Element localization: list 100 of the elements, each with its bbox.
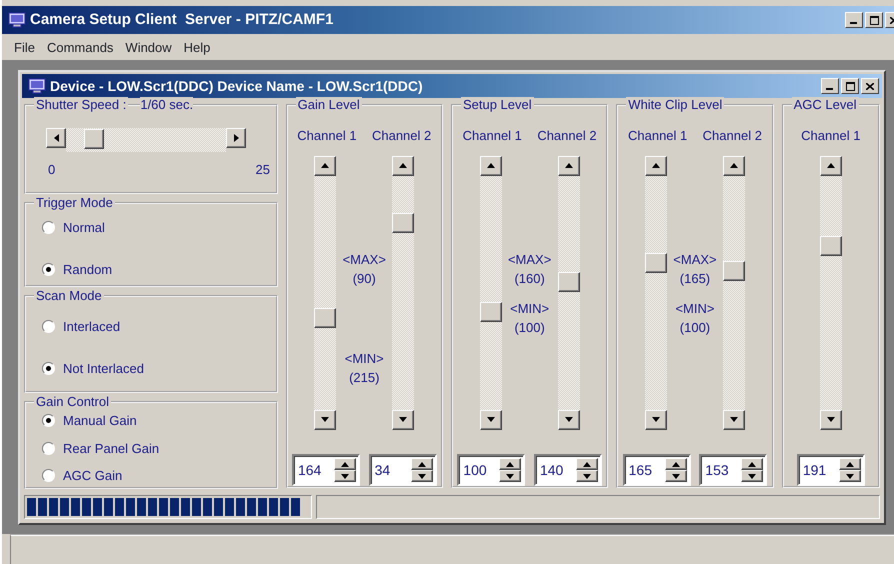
option-label: Not Interlaced bbox=[63, 360, 144, 378]
max-label: <MAX> bbox=[342, 250, 386, 268]
option-label: Manual Gain bbox=[63, 412, 137, 430]
option-label: Rear Panel Gain bbox=[63, 440, 160, 458]
group-title: Shutter Speed : bbox=[34, 97, 128, 113]
radio-button[interactable] bbox=[42, 442, 55, 455]
option-label: Interlaced bbox=[63, 318, 120, 336]
up-arrow-button[interactable] bbox=[314, 156, 336, 176]
left-arrow-button[interactable] bbox=[46, 128, 66, 148]
up-arrow-button[interactable] bbox=[410, 458, 433, 470]
down-arrow-button[interactable] bbox=[722, 410, 745, 430]
down-arrow-button[interactable] bbox=[392, 410, 414, 430]
up-arrow-button[interactable] bbox=[334, 458, 356, 470]
down-arrow-button[interactable] bbox=[499, 470, 522, 482]
scroll-track[interactable] bbox=[66, 128, 226, 152]
scroll-thumb[interactable] bbox=[722, 261, 745, 282]
up-arrow-button[interactable] bbox=[576, 458, 598, 470]
spin-box[interactable]: 140 bbox=[534, 454, 602, 486]
scroll-thumb[interactable] bbox=[392, 212, 414, 233]
triangle-icon bbox=[730, 417, 738, 422]
scroll-thumb[interactable] bbox=[644, 252, 667, 273]
maximize-button[interactable] bbox=[841, 78, 859, 94]
down-arrow-button[interactable] bbox=[410, 470, 433, 482]
triangle-icon bbox=[54, 134, 58, 142]
up-arrow-button[interactable] bbox=[664, 458, 687, 470]
right-arrow-button[interactable] bbox=[226, 128, 246, 148]
down-arrow-button[interactable] bbox=[838, 470, 861, 482]
down-arrow-button[interactable] bbox=[314, 410, 336, 430]
min-label: <MIN> bbox=[510, 300, 550, 318]
down-arrow-button[interactable] bbox=[644, 410, 667, 430]
minimize-button[interactable] bbox=[821, 78, 839, 94]
window-title: Device - LOW.Scr1(DDC) Device Name - LOW.Scr1(DDC) bbox=[50, 76, 423, 96]
radio-button[interactable] bbox=[42, 414, 55, 428]
up-arrow-button[interactable] bbox=[722, 156, 745, 176]
channel-label: Channel 2 bbox=[537, 127, 597, 145]
triangle-icon bbox=[321, 417, 330, 422]
down-arrow-button[interactable] bbox=[820, 410, 842, 430]
maximize-button[interactable] bbox=[865, 12, 883, 28]
spin-box[interactable]: 165 bbox=[622, 454, 691, 486]
triangle-icon bbox=[564, 417, 573, 422]
minimize-button[interactable] bbox=[845, 12, 863, 28]
spin-box[interactable]: 164 bbox=[292, 454, 360, 486]
scale-label: 0 bbox=[48, 161, 56, 179]
scroll-thumb[interactable] bbox=[820, 236, 842, 256]
up-arrow-button[interactable] bbox=[499, 458, 522, 470]
up-arrow-button[interactable] bbox=[741, 458, 764, 470]
triangle-icon bbox=[486, 417, 495, 422]
triangle-icon bbox=[826, 417, 835, 422]
triangle-icon bbox=[826, 163, 835, 168]
radio-button[interactable] bbox=[42, 221, 55, 234]
option-label: Random bbox=[63, 260, 112, 278]
up-arrow-button[interactable] bbox=[644, 156, 667, 176]
max-value: (165) bbox=[680, 270, 710, 288]
max-label: <MAX> bbox=[673, 250, 717, 268]
down-arrow-button[interactable] bbox=[664, 470, 687, 482]
option-label: Normal bbox=[63, 219, 105, 237]
down-arrow-button[interactable] bbox=[480, 410, 502, 430]
down-arrow-button[interactable] bbox=[558, 410, 580, 430]
triangle-icon bbox=[652, 417, 660, 422]
triangle-icon bbox=[486, 163, 495, 168]
down-arrow-button[interactable] bbox=[576, 470, 598, 482]
up-arrow-button[interactable] bbox=[558, 156, 580, 176]
spin-box[interactable]: 153 bbox=[699, 454, 768, 486]
menu-item[interactable]: Window bbox=[121, 38, 176, 56]
channel-label: Channel 2 bbox=[702, 127, 762, 145]
channel-label: Channel 2 bbox=[372, 127, 432, 145]
maximize-icon bbox=[870, 16, 878, 24]
spin-box[interactable]: 34 bbox=[368, 454, 437, 486]
up-arrow-button[interactable] bbox=[392, 156, 414, 176]
triangle-icon bbox=[321, 163, 330, 168]
down-arrow-button[interactable] bbox=[334, 470, 356, 482]
window-title: Camera Setup Client Server - PITZ/CAMF1 bbox=[30, 10, 334, 30]
triangle-icon bbox=[652, 163, 660, 168]
scale-label: 25 bbox=[256, 161, 270, 179]
group-title: Trigger Mode bbox=[34, 195, 115, 211]
down-arrow-button[interactable] bbox=[741, 470, 764, 482]
close-icon bbox=[866, 82, 874, 90]
radio-button[interactable] bbox=[42, 469, 55, 482]
spin-box[interactable]: 191 bbox=[796, 454, 865, 486]
option-label: AGC Gain bbox=[63, 467, 122, 485]
radio-button[interactable] bbox=[42, 362, 55, 375]
menu-item[interactable]: File bbox=[10, 38, 39, 56]
radio-button[interactable] bbox=[42, 262, 55, 276]
up-arrow-button[interactable] bbox=[820, 156, 842, 176]
up-arrow-button[interactable] bbox=[838, 458, 861, 470]
scroll-thumb[interactable] bbox=[84, 129, 104, 149]
min-value: (100) bbox=[680, 319, 710, 337]
min-label: <MIN> bbox=[344, 350, 384, 368]
menu-item[interactable]: Commands bbox=[42, 38, 118, 56]
close-button[interactable] bbox=[861, 78, 879, 94]
channel-label: Channel 1 bbox=[801, 127, 860, 145]
group-title: White Clip Level bbox=[626, 97, 724, 113]
spin-box[interactable]: 100 bbox=[457, 454, 526, 486]
min-label: <MIN> bbox=[675, 300, 714, 318]
menu-item[interactable]: Help bbox=[180, 38, 214, 56]
up-arrow-button[interactable] bbox=[480, 156, 502, 176]
scroll-thumb[interactable] bbox=[558, 272, 580, 292]
radio-button[interactable] bbox=[42, 320, 55, 334]
scroll-thumb[interactable] bbox=[314, 308, 336, 328]
scroll-thumb[interactable] bbox=[480, 302, 502, 322]
